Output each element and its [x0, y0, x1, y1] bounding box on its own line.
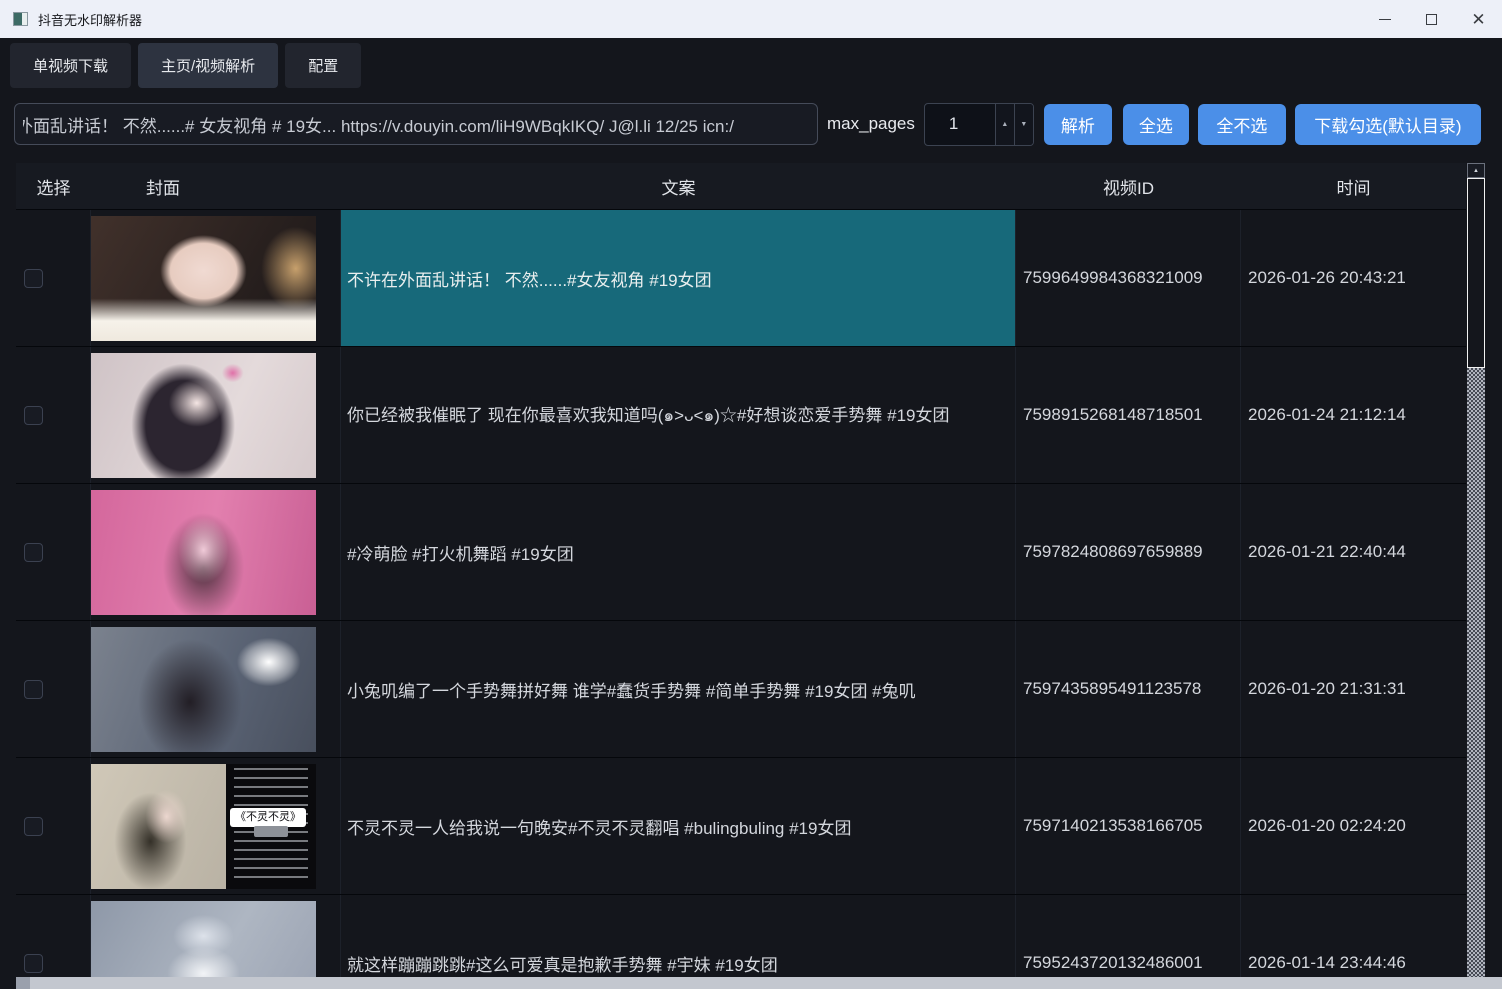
cover-thumbnail[interactable] — [91, 490, 316, 615]
cover-cell: 《不灵不灵》 — [91, 758, 341, 894]
minimize-button[interactable] — [1361, 0, 1408, 38]
column-header-3[interactable]: 视频ID — [1016, 174, 1241, 199]
time-cell[interactable]: 2026-01-26 20:43:21 — [1241, 210, 1466, 346]
time-cell[interactable]: 2026-01-21 22:40:44 — [1241, 484, 1466, 620]
parse-button[interactable]: 解析 — [1044, 104, 1112, 145]
cover-lyrics-panel: 《不灵不灵》 — [226, 764, 316, 889]
deselect-all-button[interactable]: 全不选 — [1198, 104, 1286, 145]
tab-0[interactable]: 单视频下载 — [10, 43, 131, 88]
cover-cell — [91, 895, 341, 977]
spin-up-button[interactable]: ▲ — [995, 104, 1014, 145]
row-checkbox[interactable] — [24, 543, 43, 562]
select-cell — [16, 621, 91, 757]
max-pages-spinner[interactable]: 1 ▲ ▼ — [924, 103, 1034, 146]
close-button[interactable]: ✕ — [1455, 0, 1502, 38]
cover-sub-badge — [254, 826, 288, 837]
time-cell[interactable]: 2026-01-14 23:44:46 — [1241, 895, 1466, 977]
maximize-icon — [1426, 14, 1437, 25]
cover-cell — [91, 210, 341, 346]
tab-bar: 单视频下载主页/视频解析配置 — [0, 38, 1502, 92]
close-icon: ✕ — [1471, 11, 1485, 28]
caption-cell[interactable]: 你已经被我催眠了 现在你最喜欢我知道吗(๑>ᴗ<๑)☆#好想谈恋爱手势舞 #19… — [341, 347, 1016, 483]
table-row: 不许在外面乱讲话！ 不然......#女友视角 #19女团75996499843… — [16, 210, 1466, 347]
row-checkbox[interactable] — [24, 954, 43, 973]
cover-cell — [91, 621, 341, 757]
cover-thumbnail[interactable] — [91, 627, 316, 752]
caption-cell[interactable]: 不灵不灵一人给我说一句晚安#不灵不灵翻唱 #bulingbuling #19女团 — [341, 758, 1016, 894]
scroll-up-button[interactable]: ▲ — [1467, 163, 1485, 178]
video-id-cell[interactable]: 7597435895491123578 — [1016, 621, 1241, 757]
cover-thumbnail[interactable]: 《不灵不灵》 — [91, 764, 316, 889]
window-controls: ✕ — [1361, 0, 1502, 38]
cover-thumbnail[interactable] — [91, 216, 316, 341]
maximize-button[interactable] — [1408, 0, 1455, 38]
title-bar: 抖音无水印解析器 ✕ — [0, 0, 1502, 38]
tab-2[interactable]: 配置 — [285, 43, 361, 88]
time-cell[interactable]: 2026-01-24 21:12:14 — [1241, 347, 1466, 483]
scroll-up-icon: ▲ — [1473, 168, 1479, 174]
table-row: 《不灵不灵》 不灵不灵一人给我说一句晚安#不灵不灵翻唱 #bulingbuling… — [16, 758, 1466, 895]
time-cell[interactable]: 2026-01-20 21:31:31 — [1241, 621, 1466, 757]
select-cell — [16, 895, 91, 977]
select-cell — [16, 758, 91, 894]
app-icon — [13, 12, 28, 26]
window-title: 抖音无水印解析器 — [38, 10, 142, 29]
table-row: 你已经被我催眠了 现在你最喜欢我知道吗(๑>ᴗ<๑)☆#好想谈恋爱手势舞 #19… — [16, 347, 1466, 484]
tab-1[interactable]: 主页/视频解析 — [138, 43, 278, 88]
column-header-2[interactable]: 文案 — [341, 174, 1016, 199]
caption-cell[interactable]: 不许在外面乱讲话！ 不然......#女友视角 #19女团 — [341, 210, 1016, 346]
table-body: 不许在外面乱讲话！ 不然......#女友视角 #19女团75996499843… — [16, 210, 1466, 977]
row-checkbox[interactable] — [24, 680, 43, 699]
caption-cell[interactable]: 就这样蹦蹦跳跳#这么可爱真是抱歉手势舞 #宇妹 #19女团 — [341, 895, 1016, 977]
select-cell — [16, 210, 91, 346]
table-row: #冷萌脸 #打火机舞蹈 #19女团75978248086976598892026… — [16, 484, 1466, 621]
vertical-scrollbar-thumb[interactable] — [1467, 178, 1485, 368]
spin-down-icon: ▼ — [1020, 121, 1027, 128]
cover-cell — [91, 484, 341, 620]
table-row: 小兔叽编了一个手势舞拼好舞 谁学#蠢货手势舞 #简单手势舞 #19女团 #兔叽7… — [16, 621, 1466, 758]
select-cell — [16, 484, 91, 620]
caption-cell[interactable]: 小兔叽编了一个手势舞拼好舞 谁学#蠢货手势舞 #简单手势舞 #19女团 #兔叽 — [341, 621, 1016, 757]
horizontal-scrollbar[interactable] — [16, 977, 1502, 989]
column-header-1[interactable]: 封面 — [91, 174, 341, 199]
video-id-cell[interactable]: 7597140213538166705 — [1016, 758, 1241, 894]
vertical-scrollbar-track[interactable] — [1467, 368, 1485, 977]
select-cell — [16, 347, 91, 483]
max-pages-label: max_pages — [827, 114, 915, 134]
column-header-0[interactable]: 选择 — [16, 174, 91, 199]
row-checkbox[interactable] — [24, 817, 43, 836]
horizontal-scrollbar-nub[interactable] — [16, 977, 30, 989]
time-cell[interactable]: 2026-01-20 02:24:20 — [1241, 758, 1466, 894]
download-checked-button[interactable]: 下载勾选(默认目录) — [1295, 104, 1481, 145]
row-checkbox[interactable] — [24, 269, 43, 288]
select-all-button[interactable]: 全选 — [1123, 104, 1189, 145]
row-checkbox[interactable] — [24, 406, 43, 425]
url-input[interactable] — [14, 103, 818, 145]
caption-cell[interactable]: #冷萌脸 #打火机舞蹈 #19女团 — [341, 484, 1016, 620]
cover-title-badge: 《不灵不灵》 — [230, 808, 306, 827]
video-id-cell[interactable]: 7598915268148718501 — [1016, 347, 1241, 483]
column-header-4[interactable]: 时间 — [1241, 174, 1466, 199]
minimize-icon — [1379, 19, 1391, 20]
toolbar: max_pages 1 ▲ ▼ 解析 全选 全不选 下载勾选(默认目录) — [14, 102, 1488, 146]
cover-thumbnail[interactable] — [91, 353, 316, 478]
spin-up-icon: ▲ — [1001, 121, 1008, 128]
results-table: 选择封面文案视频ID时间 不许在外面乱讲话！ 不然......#女友视角 #19… — [16, 163, 1486, 977]
spin-down-button[interactable]: ▼ — [1014, 104, 1033, 145]
video-id-cell[interactable]: 7599649984368321009 — [1016, 210, 1241, 346]
table-header-row: 选择封面文案视频ID时间 — [16, 163, 1466, 210]
cover-thumbnail[interactable] — [91, 901, 316, 977]
cover-cell — [91, 347, 341, 483]
video-id-cell[interactable]: 7595243720132486001 — [1016, 895, 1241, 977]
cover-photo-half — [91, 764, 226, 889]
max-pages-value: 1 — [925, 104, 995, 145]
video-id-cell[interactable]: 7597824808697659889 — [1016, 484, 1241, 620]
table-row: 就这样蹦蹦跳跳#这么可爱真是抱歉手势舞 #宇妹 #19女团75952437201… — [16, 895, 1466, 977]
vertical-scrollbar[interactable]: ▲ — [1466, 163, 1486, 977]
